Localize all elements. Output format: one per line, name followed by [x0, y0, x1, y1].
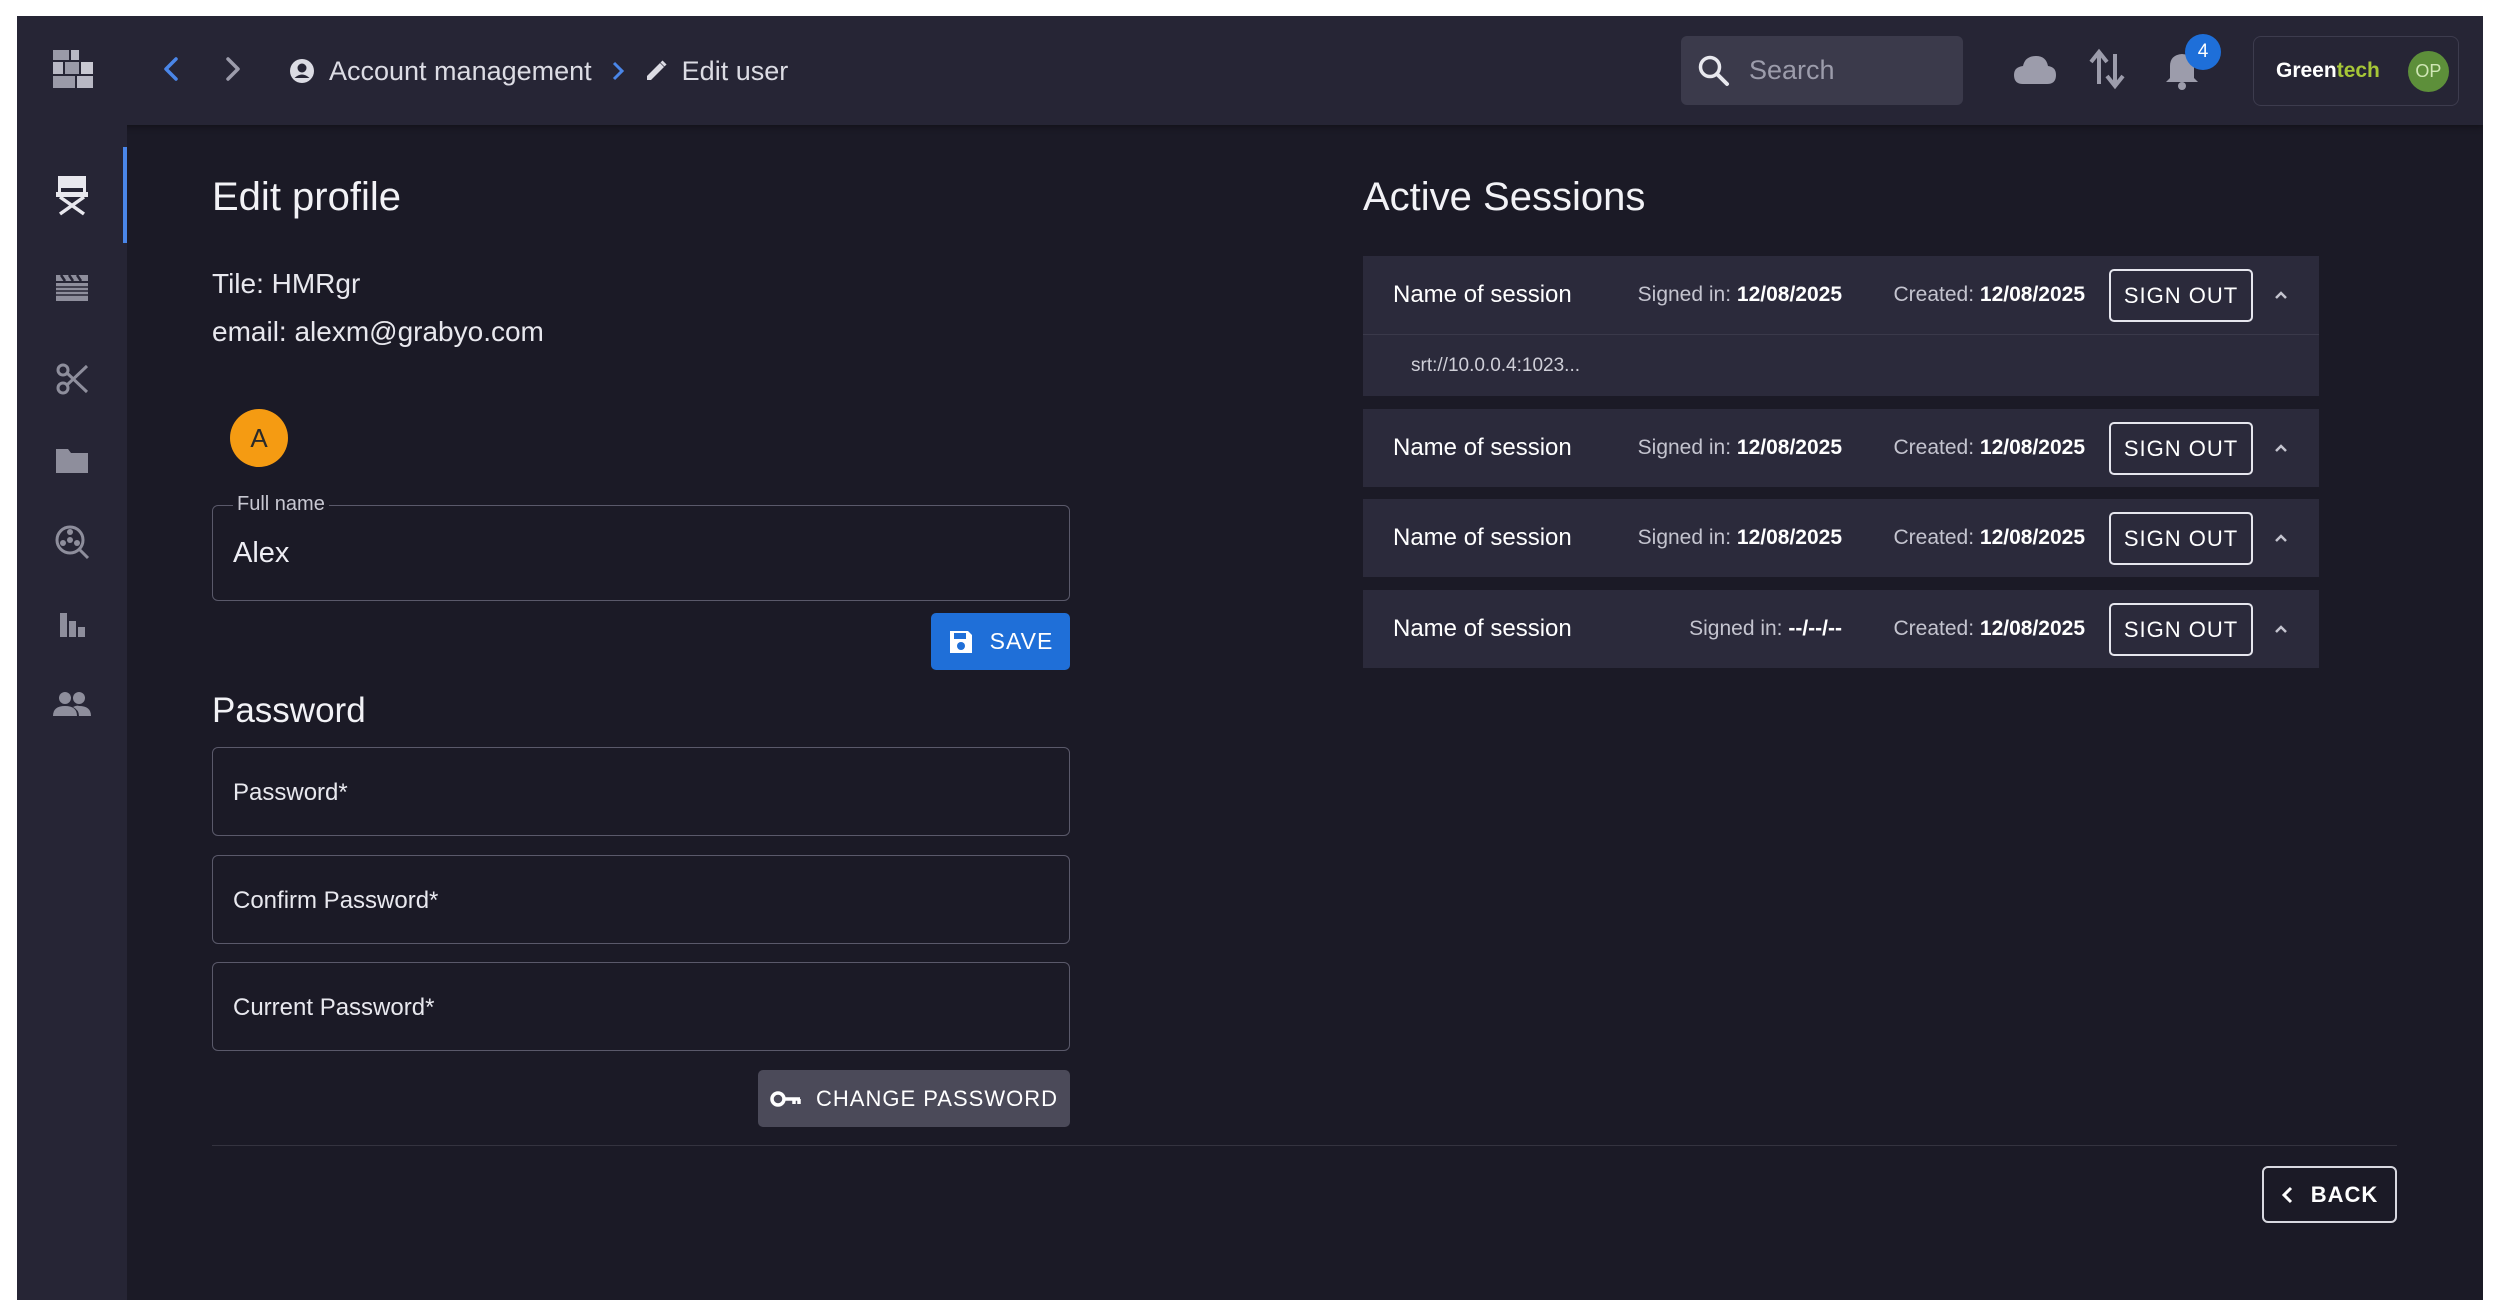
back-button[interactable]: BACK — [2262, 1166, 2397, 1223]
sign-out-button[interactable]: SIGN OUT — [2109, 512, 2253, 565]
edit-profile-heading: Edit profile — [212, 175, 401, 219]
change-password-label: CHANGE PASSWORD — [816, 1085, 1058, 1111]
search-box[interactable] — [1681, 36, 1963, 105]
session-row[interactable]: Name of session Signed in: --/--/-- Crea… — [1363, 590, 2319, 668]
breadcrumb-parent-label: Account management — [329, 55, 592, 86]
session-created: Created: 12/08/2025 — [1893, 283, 2086, 306]
chevron-up-icon[interactable] — [2269, 283, 2293, 307]
breadcrumb-current-label: Edit user — [681, 55, 789, 86]
session-name: Name of session — [1393, 434, 1572, 461]
back-button-label: BACK — [2310, 1181, 2379, 1207]
password-field — [212, 747, 1070, 836]
session-row[interactable]: Name of session Signed in: 12/08/2025 Cr… — [1363, 499, 2319, 577]
chevron-up-icon[interactable] — [2269, 617, 2293, 641]
breadcrumb-current: Edit user — [644, 55, 789, 87]
notification-count-badge: 4 — [2185, 34, 2221, 70]
folder-icon — [54, 445, 90, 475]
sidebar — [17, 125, 127, 1300]
app-logo-icon[interactable] — [53, 46, 93, 92]
session-address: srt://10.0.0.4:1023... — [1411, 355, 1580, 376]
scissors-icon — [55, 362, 89, 396]
sign-out-button[interactable]: SIGN OUT — [2109, 422, 2253, 475]
user-avatar: OP — [2407, 50, 2449, 92]
session-row[interactable]: Name of session Signed in: 12/08/2025 Cr… — [1363, 409, 2319, 487]
forward-arrow-icon[interactable] — [217, 54, 247, 84]
session-signed-in: Signed in: 12/08/2025 — [1637, 436, 1842, 459]
chevron-left-icon — [2281, 1185, 2295, 1205]
session-created: Created: 12/08/2025 — [1893, 617, 2086, 640]
app-window: Account management Edit user Search 4 Gr… — [17, 16, 2483, 1300]
reels-icon — [54, 524, 90, 560]
sidebar-item-users[interactable] — [17, 669, 127, 739]
bar-chart-icon — [56, 607, 88, 639]
director-chair-icon — [54, 174, 90, 216]
back-arrow-icon[interactable] — [157, 54, 187, 84]
email-info: email: alexm@grabyo.com — [212, 316, 544, 347]
session-signed-in: Signed in: 12/08/2025 — [1637, 283, 1842, 306]
full-name-field: Full name — [212, 493, 1070, 601]
people-icon — [53, 690, 91, 718]
search-input[interactable] — [1749, 55, 1939, 86]
top-bar: Account management Edit user Search 4 Gr… — [17, 16, 2483, 125]
full-name-input[interactable] — [233, 506, 1043, 600]
tile-info: Tile: HMRgr — [212, 268, 361, 299]
password-input[interactable] — [233, 748, 1043, 835]
session-signed-in: Signed in: --/--/-- — [1689, 617, 1842, 640]
sidebar-item-clips[interactable] — [17, 253, 127, 323]
current-password-field — [212, 962, 1070, 1051]
session-created: Created: 12/08/2025 — [1893, 526, 2086, 549]
session-signed-in: Signed in: 12/08/2025 — [1637, 526, 1842, 549]
chevron-up-icon[interactable] — [2269, 436, 2293, 460]
floppy-disk-icon — [948, 629, 974, 655]
sign-out-button[interactable]: SIGN OUT — [2109, 269, 2253, 322]
session-row[interactable]: Name of session Signed in: 12/08/2025 Cr… — [1363, 256, 2319, 334]
password-heading: Password — [212, 691, 366, 730]
session-name: Name of session — [1393, 615, 1572, 642]
key-icon — [770, 1089, 802, 1109]
session-created: Created: 12/08/2025 — [1893, 436, 2086, 459]
cloud-icon[interactable] — [2012, 52, 2058, 88]
session-detail: srt://10.0.0.4:1023... — [1363, 334, 2319, 396]
divider — [212, 1145, 2397, 1146]
sidebar-item-media[interactable] — [17, 507, 127, 577]
clapperboard-icon — [54, 273, 90, 303]
sidebar-item-files[interactable] — [17, 425, 127, 495]
confirm-password-input[interactable] — [233, 856, 1043, 943]
profile-avatar[interactable]: A — [230, 409, 288, 467]
brand-logo: Greentech — [2276, 59, 2380, 82]
breadcrumb: Account management Edit user — [289, 52, 788, 90]
save-button-label: SAVE — [989, 628, 1054, 654]
sidebar-item-editor[interactable] — [17, 344, 127, 414]
chevron-up-icon[interactable] — [2269, 526, 2293, 550]
account-switcher[interactable]: Greentech OP — [2253, 36, 2459, 106]
sidebar-item-analytics[interactable] — [17, 588, 127, 658]
transfer-arrows-icon[interactable] — [2087, 46, 2127, 92]
save-button[interactable]: SAVE — [931, 613, 1070, 670]
session-name: Name of session — [1393, 281, 1572, 308]
active-sessions-heading: Active Sessions — [1363, 175, 1646, 219]
search-icon — [1697, 54, 1731, 88]
sidebar-item-director[interactable] — [17, 147, 127, 243]
session-name: Name of session — [1393, 524, 1572, 551]
sign-out-button[interactable]: SIGN OUT — [2109, 603, 2253, 656]
chevron-right-icon — [610, 60, 626, 82]
current-password-input[interactable] — [233, 963, 1043, 1050]
breadcrumb-parent[interactable]: Account management — [289, 56, 592, 87]
account-circle-icon — [289, 58, 315, 84]
change-password-button[interactable]: CHANGE PASSWORD — [758, 1070, 1070, 1127]
pencil-icon — [644, 59, 668, 83]
confirm-password-field — [212, 855, 1070, 944]
